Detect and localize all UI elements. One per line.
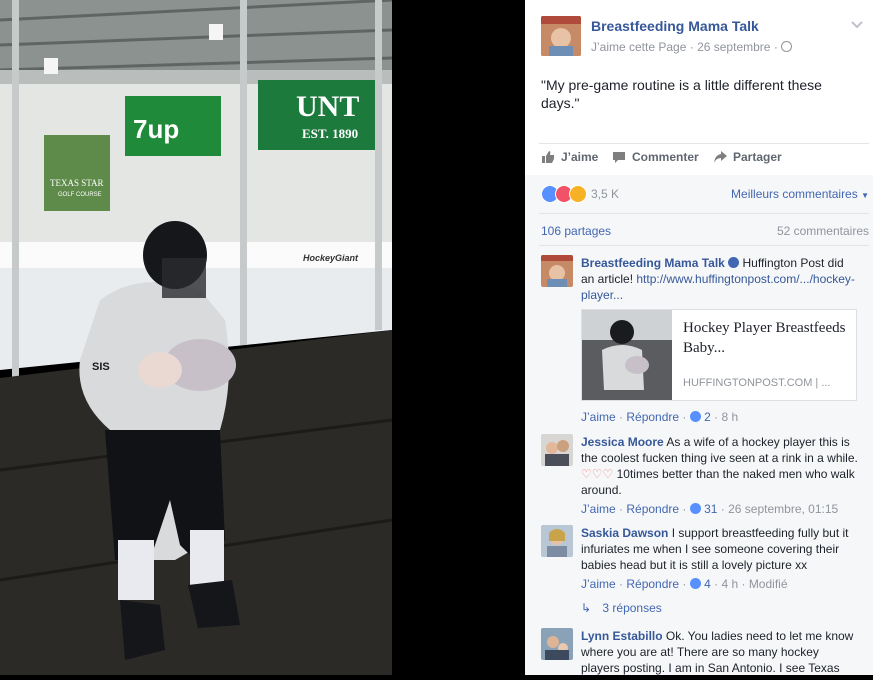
chevron-down-icon[interactable] [851,18,863,30]
commenter-avatar[interactable] [541,525,573,557]
comment-body: Lynn Estabillo Ok. You ladies need to le… [581,628,859,675]
verified-badge-icon [728,257,740,268]
like-badge-icon [689,411,701,422]
share-button[interactable]: Partager [713,150,782,164]
like-badge-icon [689,578,701,589]
post-photo[interactable]: 7up UNT EST. 1890 TEXAS STAR GOLF COURSE… [0,0,525,675]
comment-label: Commenter [632,150,699,164]
like-page-link[interactable]: J’aime cette Page [591,40,686,54]
link-preview-image [582,310,672,400]
comment-like-link[interactable]: J’aime [581,410,616,424]
separator-dot: · [773,40,778,54]
share-label: Partager [733,150,782,164]
comment-reply-link[interactable]: Répondre [626,410,679,424]
reactions-summary[interactable]: 3,5 K [541,185,619,203]
comment-time[interactable]: 26 septembre, 01:15 [728,502,838,516]
shares-count-link[interactable]: 106 partages [541,224,611,238]
comments-count-link[interactable]: 52 commentaires [777,224,869,238]
commenter-avatar[interactable] [541,628,573,660]
link-preview-domain: HUFFINGTONPOST.COM | ... [683,377,831,389]
post-panel: Breastfeeding Mama Talk J’aime cette Pag… [525,0,873,675]
sign-texas-star-sub: GOLF COURSE [58,192,102,198]
globe-icon [781,41,793,52]
divider [539,213,869,214]
comment-meta: J’aime · Répondre · 4 · 4 h · Modifié [581,577,788,591]
replies-count: 3 réponses [602,601,662,615]
like-badge-icon [689,503,701,514]
comment-meta: J’aime · Répondre · 31 · 26 septembre, 0… [581,502,839,516]
avatar-image [541,525,573,557]
wow-reaction-icon [569,185,587,203]
comment-body: Breastfeeding Mama Talk Huffington Post … [581,255,859,303]
comment-icon [613,152,625,163]
sign-unt: UNT [296,90,359,123]
heart-emoji-icon: ♡♡♡ [581,467,614,481]
comment-time[interactable]: 8 h [721,410,738,424]
page-name-link[interactable]: Breastfeeding Mama Talk [591,18,759,34]
edited-label[interactable]: Modifié [749,577,788,591]
link-preview-card[interactable]: Hockey Player Breastfeeds Baby... HUFFIN… [581,309,857,401]
comment-body: Saskia Dawson I support breastfeeding fu… [581,525,859,573]
board-sign: HockeyGiant [303,253,359,263]
sign-texas-star: TEXAS STAR [50,178,104,188]
comment-like-count[interactable]: 31 [704,502,717,516]
avatar-image [541,628,573,660]
page-avatar[interactable] [541,16,581,56]
commenter-avatar[interactable] [541,434,573,466]
commenter-name[interactable]: Lynn Estabillo [581,629,663,643]
commenter-name[interactable]: Breastfeeding Mama Talk [581,256,725,270]
separator-dot: · [689,40,694,54]
like-label: J’aime [561,150,599,164]
commenter-name[interactable]: Jessica Moore [581,435,664,449]
comment-reply-link[interactable]: Répondre [626,577,679,591]
comment-reply-link[interactable]: Répondre [626,502,679,516]
sort-label: Meilleurs commentaires [731,187,858,201]
sort-comments-dropdown[interactable]: Meilleurs commentaires ▼ [731,187,869,201]
share-arrow-icon [714,151,727,163]
caret-down-icon: ▼ [861,191,869,200]
comment-text-continued: 10times better than the naked men who wa… [581,467,855,497]
view-replies-link[interactable]: ↳ 3 réponses [581,601,662,615]
jersey-number: SIS [92,361,110,373]
comment-time[interactable]: 4 h [721,577,738,591]
page-avatar-image [541,16,581,56]
comment-like-count[interactable]: 2 [704,410,711,424]
avatar-image [541,434,573,466]
comment-body: Jessica Moore As a wife of a hockey play… [581,434,859,498]
comment-like-count[interactable]: 4 [704,577,711,591]
post-subheader: J’aime cette Page · 26 septembre · [591,40,793,54]
comment-like-link[interactable]: J’aime [581,577,616,591]
like-button[interactable]: J’aime [541,150,598,164]
comment-meta: J’aime · Répondre · 2 · 8 h [581,410,739,424]
divider [539,245,869,246]
thumbs-up-icon [542,151,554,163]
reply-arrow-icon: ↳ [581,601,592,615]
sign-unt-est: EST. 1890 [302,126,358,141]
hockey-photo: 7up UNT EST. 1890 TEXAS STAR GOLF COURSE… [0,0,525,675]
divider [539,143,869,144]
avatar-image [541,255,573,287]
commenter-avatar[interactable] [541,255,573,287]
comment-button[interactable]: Commenter [612,150,699,164]
link-preview-title: Hockey Player Breastfeeds Baby... [683,320,846,356]
post-text: "My pre-game routine is a little differe… [541,77,822,111]
commenter-name[interactable]: Saskia Dawson [581,526,668,540]
sign-7up: 7up [133,114,179,144]
comments-section [525,175,873,675]
reaction-count: 3,5 K [591,187,620,201]
post-date[interactable]: 26 septembre [697,40,770,54]
comment-like-link[interactable]: J’aime [581,502,616,516]
